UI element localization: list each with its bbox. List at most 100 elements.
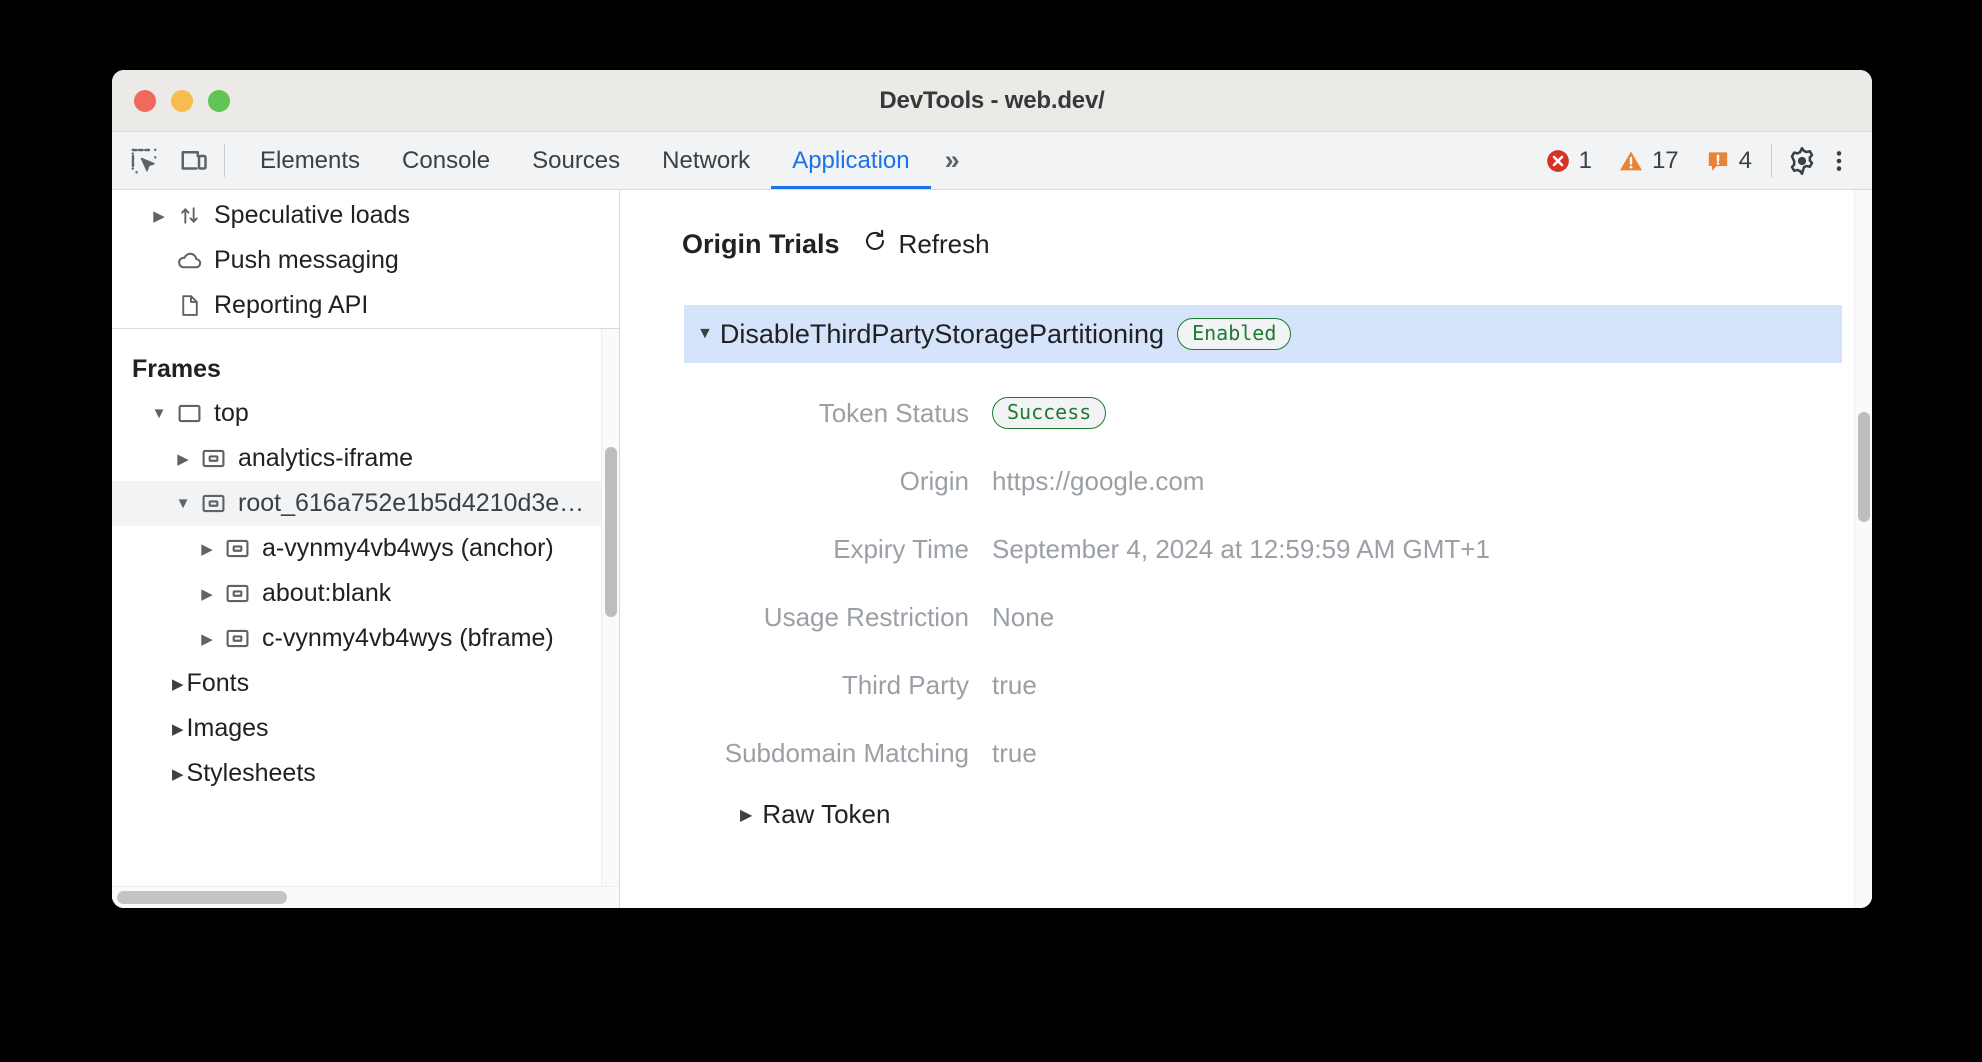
inspect-element-icon[interactable] (128, 145, 160, 177)
detail-value: None (992, 602, 1054, 633)
sidebar-resource-stylesheets[interactable]: ▶ Stylesheets (112, 751, 619, 796)
sidebar-frame-analytics-iframe[interactable]: ▶ analytics-iframe (112, 436, 619, 481)
error-icon (1545, 148, 1571, 174)
detail-row-origin: Origin https://google.com (682, 447, 1872, 515)
origin-trials-content: Origin Trials Refresh ▼ DisableThirdP (620, 190, 1872, 830)
device-toolbar-icon[interactable] (178, 145, 210, 177)
sidebar-frame-label: analytics-iframe (238, 444, 413, 473)
application-sidebar: ▶ Speculative loads (112, 190, 620, 908)
sidebar-background-services: ▶ Speculative loads (112, 190, 619, 329)
token-status-badge: Success (992, 397, 1106, 429)
toolbar-left-icons (112, 132, 224, 189)
sidebar-hscroll-thumb[interactable] (117, 891, 287, 904)
sidebar-resource-images[interactable]: ▶ Images (112, 706, 619, 751)
sidebar-frame-label: top (214, 399, 249, 428)
refresh-label: Refresh (899, 229, 990, 260)
sidebar-item-speculative-loads[interactable]: ▶ Speculative loads (112, 193, 619, 238)
detail-row-third-party: Third Party true (682, 651, 1872, 719)
chevron-right-icon[interactable]: ▶ (194, 540, 220, 558)
page-title: Origin Trials (682, 229, 840, 260)
sidebar-vertical-scrollbar[interactable] (601, 329, 619, 886)
sidebar-frame-a-vynmy4vb4wys[interactable]: ▶ a-vynmy4vb4wys (anchor) (112, 526, 619, 571)
tab-sources[interactable]: Sources (511, 132, 641, 189)
chevron-down-icon[interactable]: ▼ (697, 325, 713, 343)
sidebar-horizontal-scrollbar[interactable] (112, 886, 619, 908)
sidebar-frame-root-selected[interactable]: ▼ root_616a752e1b5d4210d3e… (112, 481, 619, 526)
origin-trial-name: DisableThirdPartyStoragePartitioning (720, 319, 1164, 350)
devtools-body: ▶ Speculative loads (112, 190, 1872, 908)
main-scroll-thumb[interactable] (1858, 412, 1870, 522)
more-vertical-icon[interactable] (1822, 145, 1856, 177)
detail-value: https://google.com (992, 466, 1204, 497)
sidebar-frame-top[interactable]: ▼ top (112, 391, 619, 436)
chevron-down-icon[interactable]: ▼ (146, 405, 172, 422)
sidebar-frames-section: Frames ▼ top ▶ (112, 329, 619, 908)
status-badge: Enabled (1177, 318, 1291, 350)
iframe-icon (196, 490, 230, 517)
chevron-right-icon[interactable]: ▶ (740, 805, 752, 825)
sidebar-frame-label: a-vynmy4vb4wys (anchor) (262, 534, 554, 563)
warning-counter[interactable]: 17 (1605, 147, 1692, 175)
detail-row-expiry-time: Expiry Time September 4, 2024 at 12:59:5… (682, 515, 1872, 583)
sidebar-item-label: Reporting API (214, 291, 368, 320)
chevron-right-icon[interactable]: ▶ (172, 720, 184, 738)
detail-value: true (992, 670, 1037, 701)
detail-value: September 4, 2024 at 12:59:59 AM GMT+1 (992, 534, 1490, 565)
iframe-icon (220, 580, 254, 607)
toolbar-right-divider (1771, 144, 1772, 178)
sidebar-frame-label: about:blank (262, 579, 391, 608)
sidebar-item-push-messaging[interactable]: Push messaging (112, 238, 619, 283)
error-count: 1 (1579, 147, 1592, 175)
chevron-right-icon[interactable]: ▶ (172, 765, 184, 783)
main-vertical-scrollbar[interactable] (1854, 190, 1872, 908)
document-icon (172, 293, 206, 318)
iframe-icon (220, 625, 254, 652)
chevron-right-icon[interactable]: ▶ (172, 675, 184, 693)
chevron-right-icon[interactable]: ▶ (146, 207, 172, 225)
sidebar-item-label: Speculative loads (214, 201, 410, 230)
issue-counter[interactable]: 4 (1692, 147, 1765, 175)
detail-label: Origin (682, 466, 992, 497)
sidebar-resource-fonts[interactable]: ▶ Fonts (112, 661, 619, 706)
warning-count: 17 (1652, 147, 1679, 175)
origin-trials-panel: Origin Trials Refresh ▼ DisableThirdP (620, 190, 1872, 908)
sidebar-frame-label: root_616a752e1b5d4210d3e… (238, 489, 584, 518)
detail-label: Expiry Time (682, 534, 992, 565)
sidebar-item-reporting-api[interactable]: Reporting API (112, 283, 619, 328)
iframe-icon (196, 445, 230, 472)
issue-count: 4 (1739, 147, 1752, 175)
tab-application[interactable]: Application (771, 132, 930, 189)
refresh-icon (862, 228, 888, 261)
refresh-button[interactable]: Refresh (862, 228, 990, 261)
sidebar-frame-label: c-vynmy4vb4wys (bframe) (262, 624, 554, 653)
tab-network[interactable]: Network (641, 132, 771, 189)
chevron-down-icon[interactable]: ▼ (170, 495, 196, 512)
sidebar-resource-label: Images (187, 714, 269, 743)
issue-icon (1705, 148, 1731, 174)
sidebar-frame-about-blank[interactable]: ▶ about:blank (112, 571, 619, 616)
origin-trial-row[interactable]: ▼ DisableThirdPartyStoragePartitioning E… (684, 305, 1842, 363)
sidebar-scroll-thumb[interactable] (605, 447, 617, 617)
chevron-right-icon[interactable]: ▶ (194, 630, 220, 648)
detail-label: Subdomain Matching (682, 738, 992, 769)
detail-value: true (992, 738, 1037, 769)
detail-row-subdomain-matching: Subdomain Matching true (682, 719, 1872, 787)
window-title-bar: DevTools - web.dev/ (112, 70, 1872, 132)
gear-icon[interactable] (1782, 141, 1822, 181)
window-title: DevTools - web.dev/ (112, 87, 1872, 115)
detail-row-usage-restriction: Usage Restriction None (682, 583, 1872, 651)
frame-icon (172, 400, 206, 427)
raw-token-toggle[interactable]: ▶ Raw Token (740, 799, 1872, 830)
more-tabs-icon[interactable]: » (931, 132, 970, 189)
panel-tabs: Elements Console Sources Network Applica… (225, 132, 970, 189)
sidebar-frame-c-vynmy4vb4wys[interactable]: ▶ c-vynmy4vb4wys (bframe) (112, 616, 619, 661)
chevron-right-icon[interactable]: ▶ (194, 585, 220, 603)
tab-elements[interactable]: Elements (239, 132, 381, 189)
tab-console[interactable]: Console (381, 132, 511, 189)
warning-icon (1618, 148, 1644, 174)
detail-label: Third Party (682, 670, 992, 701)
error-counter[interactable]: 1 (1532, 147, 1605, 175)
toolbar-right: 1 17 (1532, 132, 1872, 189)
chevron-right-icon[interactable]: ▶ (170, 450, 196, 468)
detail-label: Token Status (682, 398, 992, 429)
